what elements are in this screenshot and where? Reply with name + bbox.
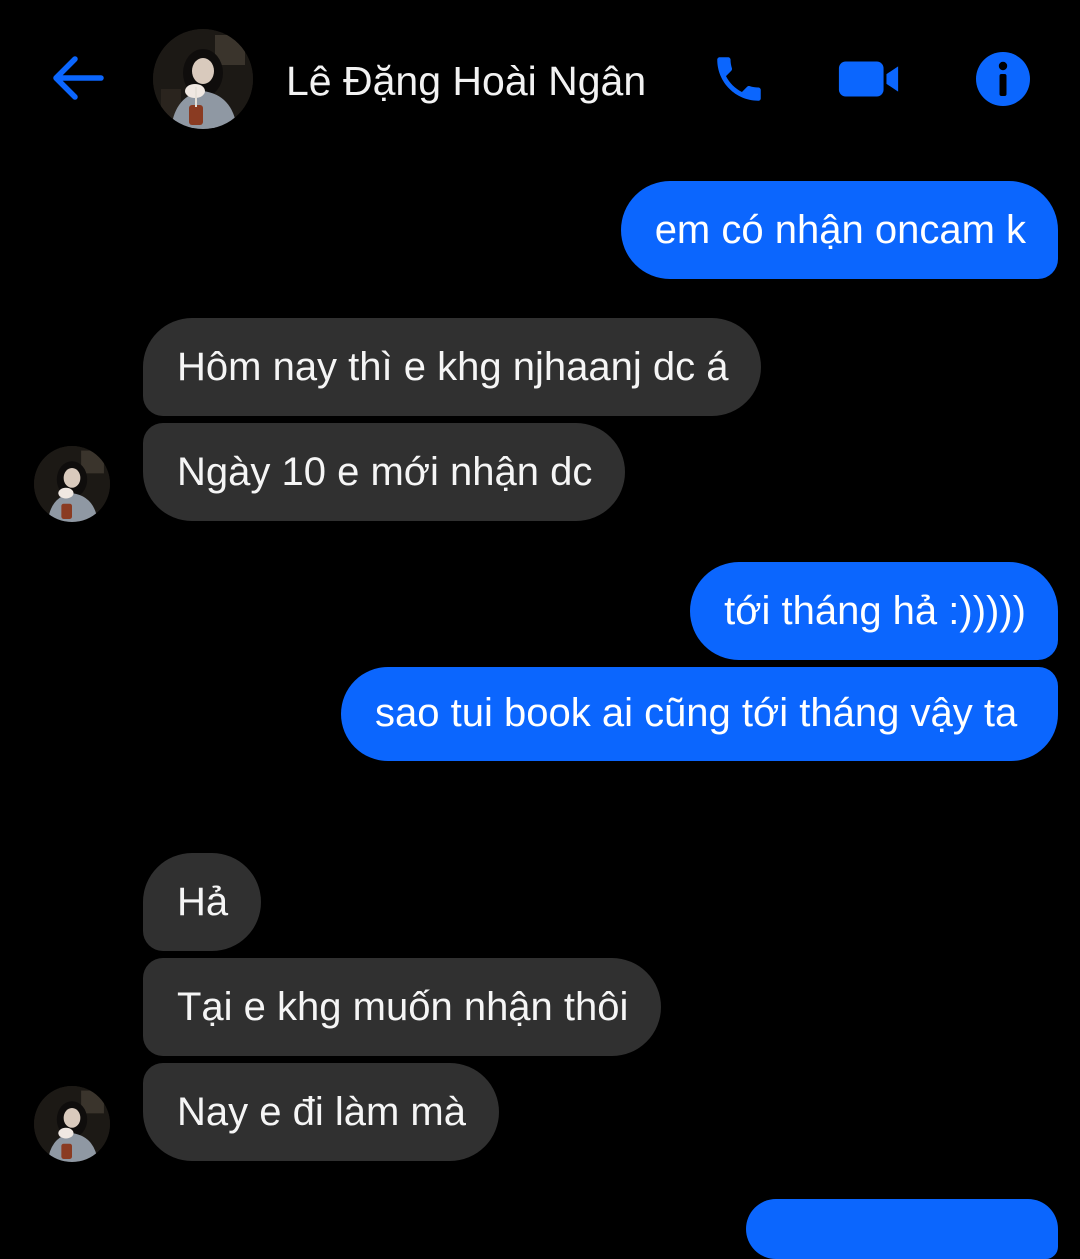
message-bubble-incoming[interactable]: Hả <box>143 853 262 951</box>
message-bubble-outgoing-partial[interactable] <box>746 1199 1058 1259</box>
message-bubble-outgoing[interactable]: sao tui book ai cũng tới tháng vậy ta <box>341 667 1058 761</box>
arrow-left-icon <box>53 56 104 100</box>
info-button[interactable] <box>970 46 1036 112</box>
contact-avatar[interactable] <box>153 29 253 129</box>
call-button[interactable] <box>706 46 772 112</box>
back-button[interactable] <box>46 50 108 106</box>
message-bubble-outgoing[interactable]: em có nhận oncam k <box>620 181 1058 279</box>
message-bubble-incoming[interactable]: Nay e đi làm mà <box>143 1063 499 1161</box>
message-bubble-incoming[interactable]: Tại e khg muốn nhận thôi <box>143 958 662 1056</box>
contact-avatar-small[interactable] <box>34 1086 110 1162</box>
contact-avatar-small[interactable] <box>34 446 110 522</box>
video-camera-icon <box>838 61 899 97</box>
message-bubble-outgoing[interactable]: tới tháng hả :))))) <box>690 562 1058 660</box>
phone-icon <box>717 57 761 101</box>
contact-name[interactable]: Lê Đặng Hoài Ngân <box>286 55 646 107</box>
message-bubble-incoming[interactable]: Ngày 10 e mới nhận dc <box>143 423 626 521</box>
info-icon <box>976 52 1030 106</box>
message-bubble-incoming[interactable]: Hôm nay thì e khg njhaanj dc á <box>143 318 762 416</box>
chat-header: Lê Đặng Hoài Ngân <box>0 0 1080 160</box>
avatar-photo <box>153 29 253 129</box>
avatar-photo <box>34 1086 110 1162</box>
video-call-button[interactable] <box>836 46 902 112</box>
avatar-photo <box>34 446 110 522</box>
